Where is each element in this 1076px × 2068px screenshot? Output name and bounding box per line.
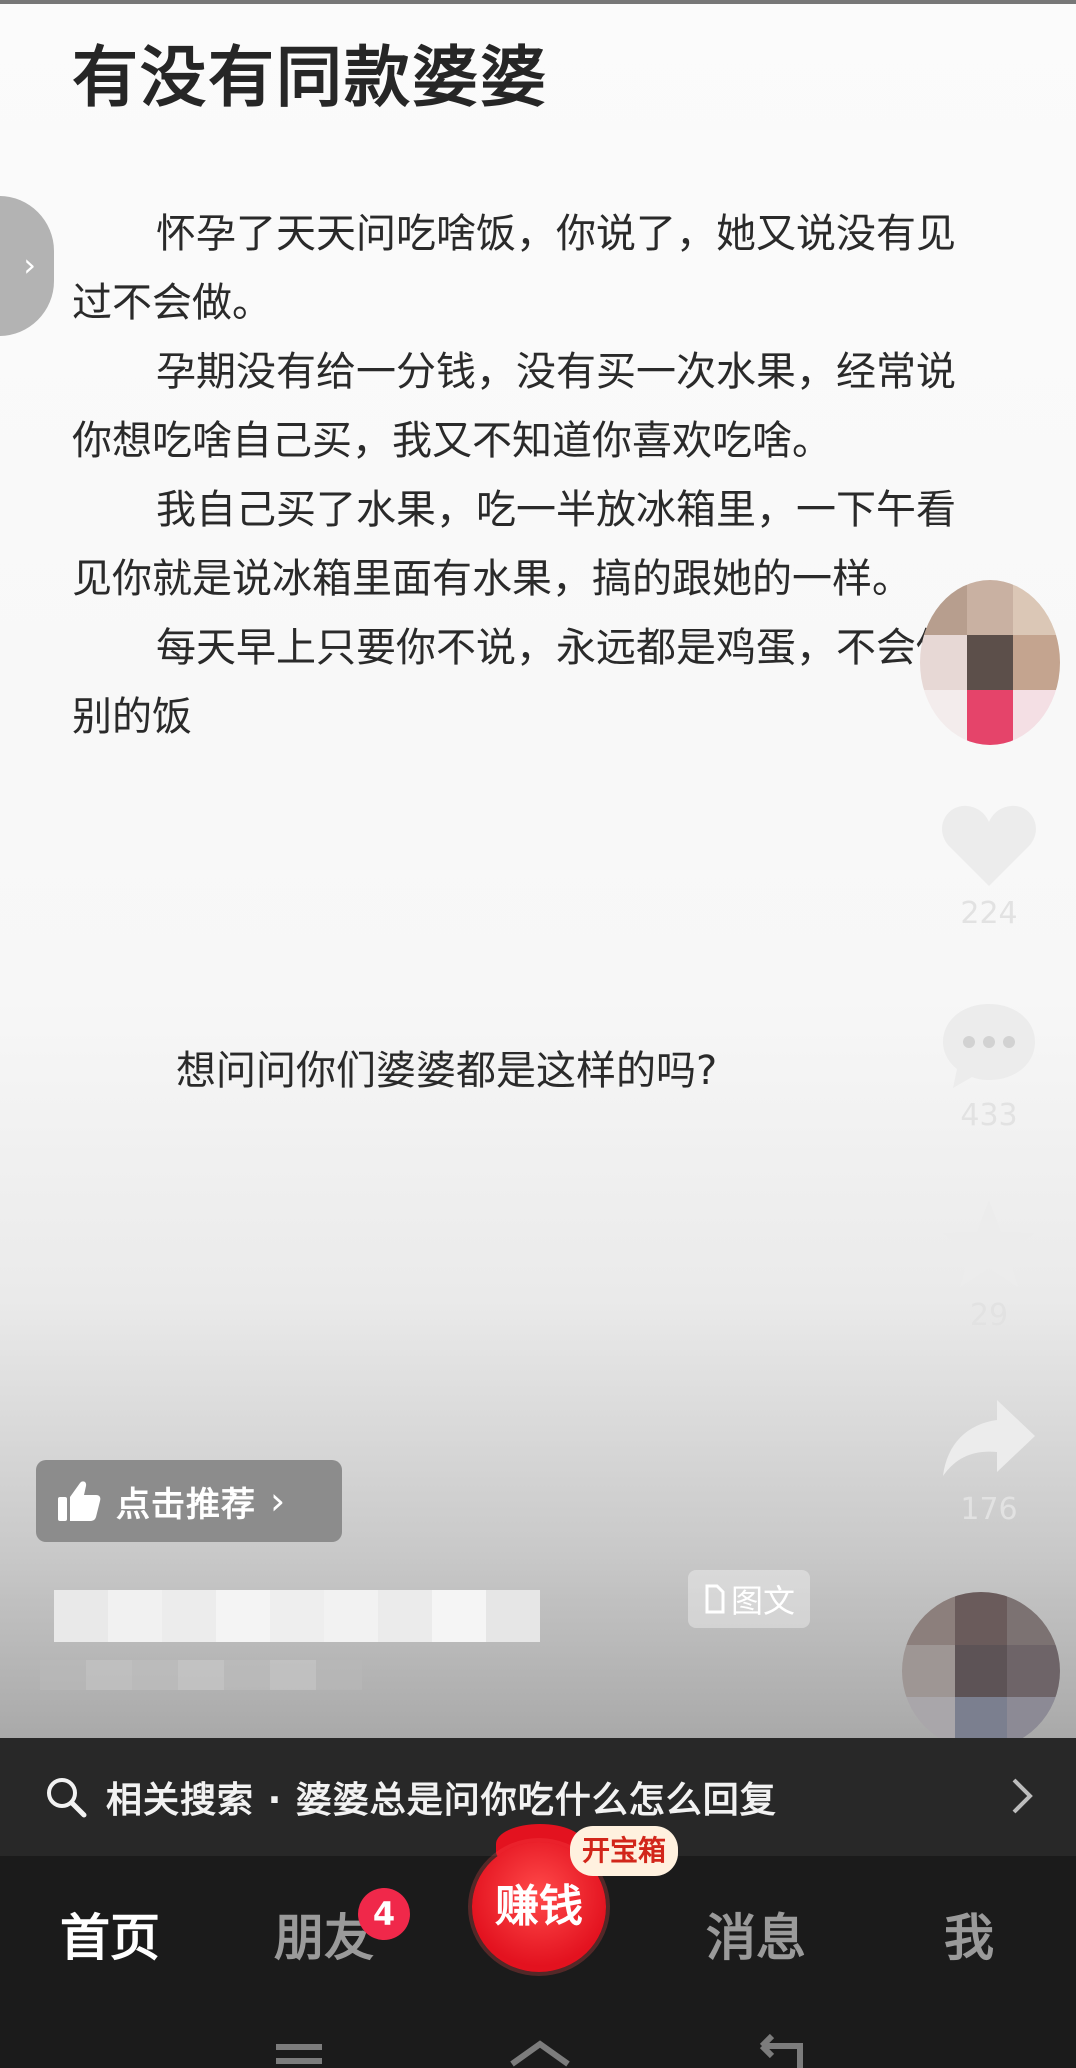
related-search-text: 相关搜索 · 婆婆总是问你吃什么怎么回复 bbox=[106, 1771, 777, 1823]
related-search-prefix: 相关搜索 bbox=[106, 1780, 255, 1821]
content-type-label: 图文 bbox=[730, 1582, 795, 1620]
search-icon bbox=[47, 1778, 87, 1818]
recommend-label: 点击推荐 bbox=[116, 1484, 256, 1525]
system-navigation-bar bbox=[276, 2034, 803, 2068]
chevron-right-icon bbox=[1012, 1778, 1033, 1814]
music-avatar[interactable] bbox=[902, 1592, 1060, 1738]
treasure-chest-badge[interactable]: 开宝箱 bbox=[570, 1826, 679, 1876]
tab-messages[interactable]: 消息 bbox=[706, 1898, 806, 1970]
post-question: 想问问你们婆婆都是这样的吗? bbox=[176, 1048, 718, 1094]
post-viewer[interactable]: 有没有同款婆婆 › 怀孕了天天问吃啥饭，你说了，她又说没有见过不会做。 孕期没有… bbox=[0, 0, 1076, 1738]
tab-me[interactable]: 我 bbox=[944, 1898, 994, 1970]
chevron-right-icon: › bbox=[270, 1479, 286, 1523]
content-type-tag: 图文 bbox=[688, 1570, 810, 1628]
friends-badge: 4 bbox=[358, 1888, 410, 1940]
menu-icon[interactable] bbox=[276, 2044, 322, 2064]
status-divider bbox=[0, 0, 1076, 4]
favorite-button[interactable]: 29 bbox=[934, 1198, 1044, 1333]
recommend-button[interactable]: 点击推荐 › bbox=[36, 1460, 342, 1542]
document-icon bbox=[705, 1584, 725, 1614]
related-search-separator: · bbox=[267, 1780, 283, 1821]
thumbs-up-icon bbox=[58, 1481, 101, 1521]
post-paragraph: 怀孕了天天问吃啥饭，你说了，她又说没有见过不会做。 bbox=[72, 211, 956, 326]
share-arrow-icon bbox=[943, 1400, 1035, 1476]
comment-button[interactable]: 433 bbox=[934, 998, 1044, 1133]
star-icon bbox=[943, 1200, 1035, 1287]
post-paragraph: 每天早上只要你不说，永远都是鸡蛋，不会做别的饭 bbox=[72, 625, 956, 740]
like-button[interactable]: 224 bbox=[934, 800, 1044, 931]
comment-count: 433 bbox=[960, 1098, 1018, 1133]
share-count: 176 bbox=[960, 1492, 1018, 1527]
like-count: 224 bbox=[960, 896, 1018, 931]
post-body: 怀孕了天天问吃啥饭，你说了，她又说没有见过不会做。 孕期没有给一分钱，没有买一次… bbox=[72, 200, 992, 752]
back-icon[interactable] bbox=[759, 2034, 803, 2068]
post-paragraph: 我自己买了水果，吃一半放冰箱里，一下午看见你就是说冰箱里面有水果，搞的跟她的一样… bbox=[72, 487, 956, 602]
home-icon[interactable] bbox=[510, 2040, 570, 2067]
bottom-tab-bar: 首页 朋友 4 赚钱 开宝箱 消息 我 bbox=[0, 1824, 1076, 2068]
heart-icon bbox=[942, 805, 1036, 886]
favorite-count: 29 bbox=[969, 1298, 1009, 1333]
related-search-query: 婆婆总是问你吃什么怎么回复 bbox=[295, 1780, 777, 1821]
blurred-author-name bbox=[54, 1590, 540, 1642]
tab-home[interactable]: 首页 bbox=[60, 1898, 160, 1970]
chevron-right-icon: › bbox=[23, 246, 36, 284]
blurred-caption bbox=[40, 1660, 362, 1690]
author-avatar[interactable] bbox=[920, 580, 1060, 745]
post-title: 有没有同款婆婆 bbox=[72, 39, 548, 116]
side-drawer-handle[interactable]: › bbox=[0, 196, 54, 336]
share-button[interactable]: 176 bbox=[934, 1396, 1044, 1527]
post-paragraph: 孕期没有给一分钱，没有买一次水果，经常说你想吃啥自己买，我又不知道你喜欢吃啥。 bbox=[72, 349, 956, 464]
comment-icon bbox=[943, 1004, 1035, 1088]
